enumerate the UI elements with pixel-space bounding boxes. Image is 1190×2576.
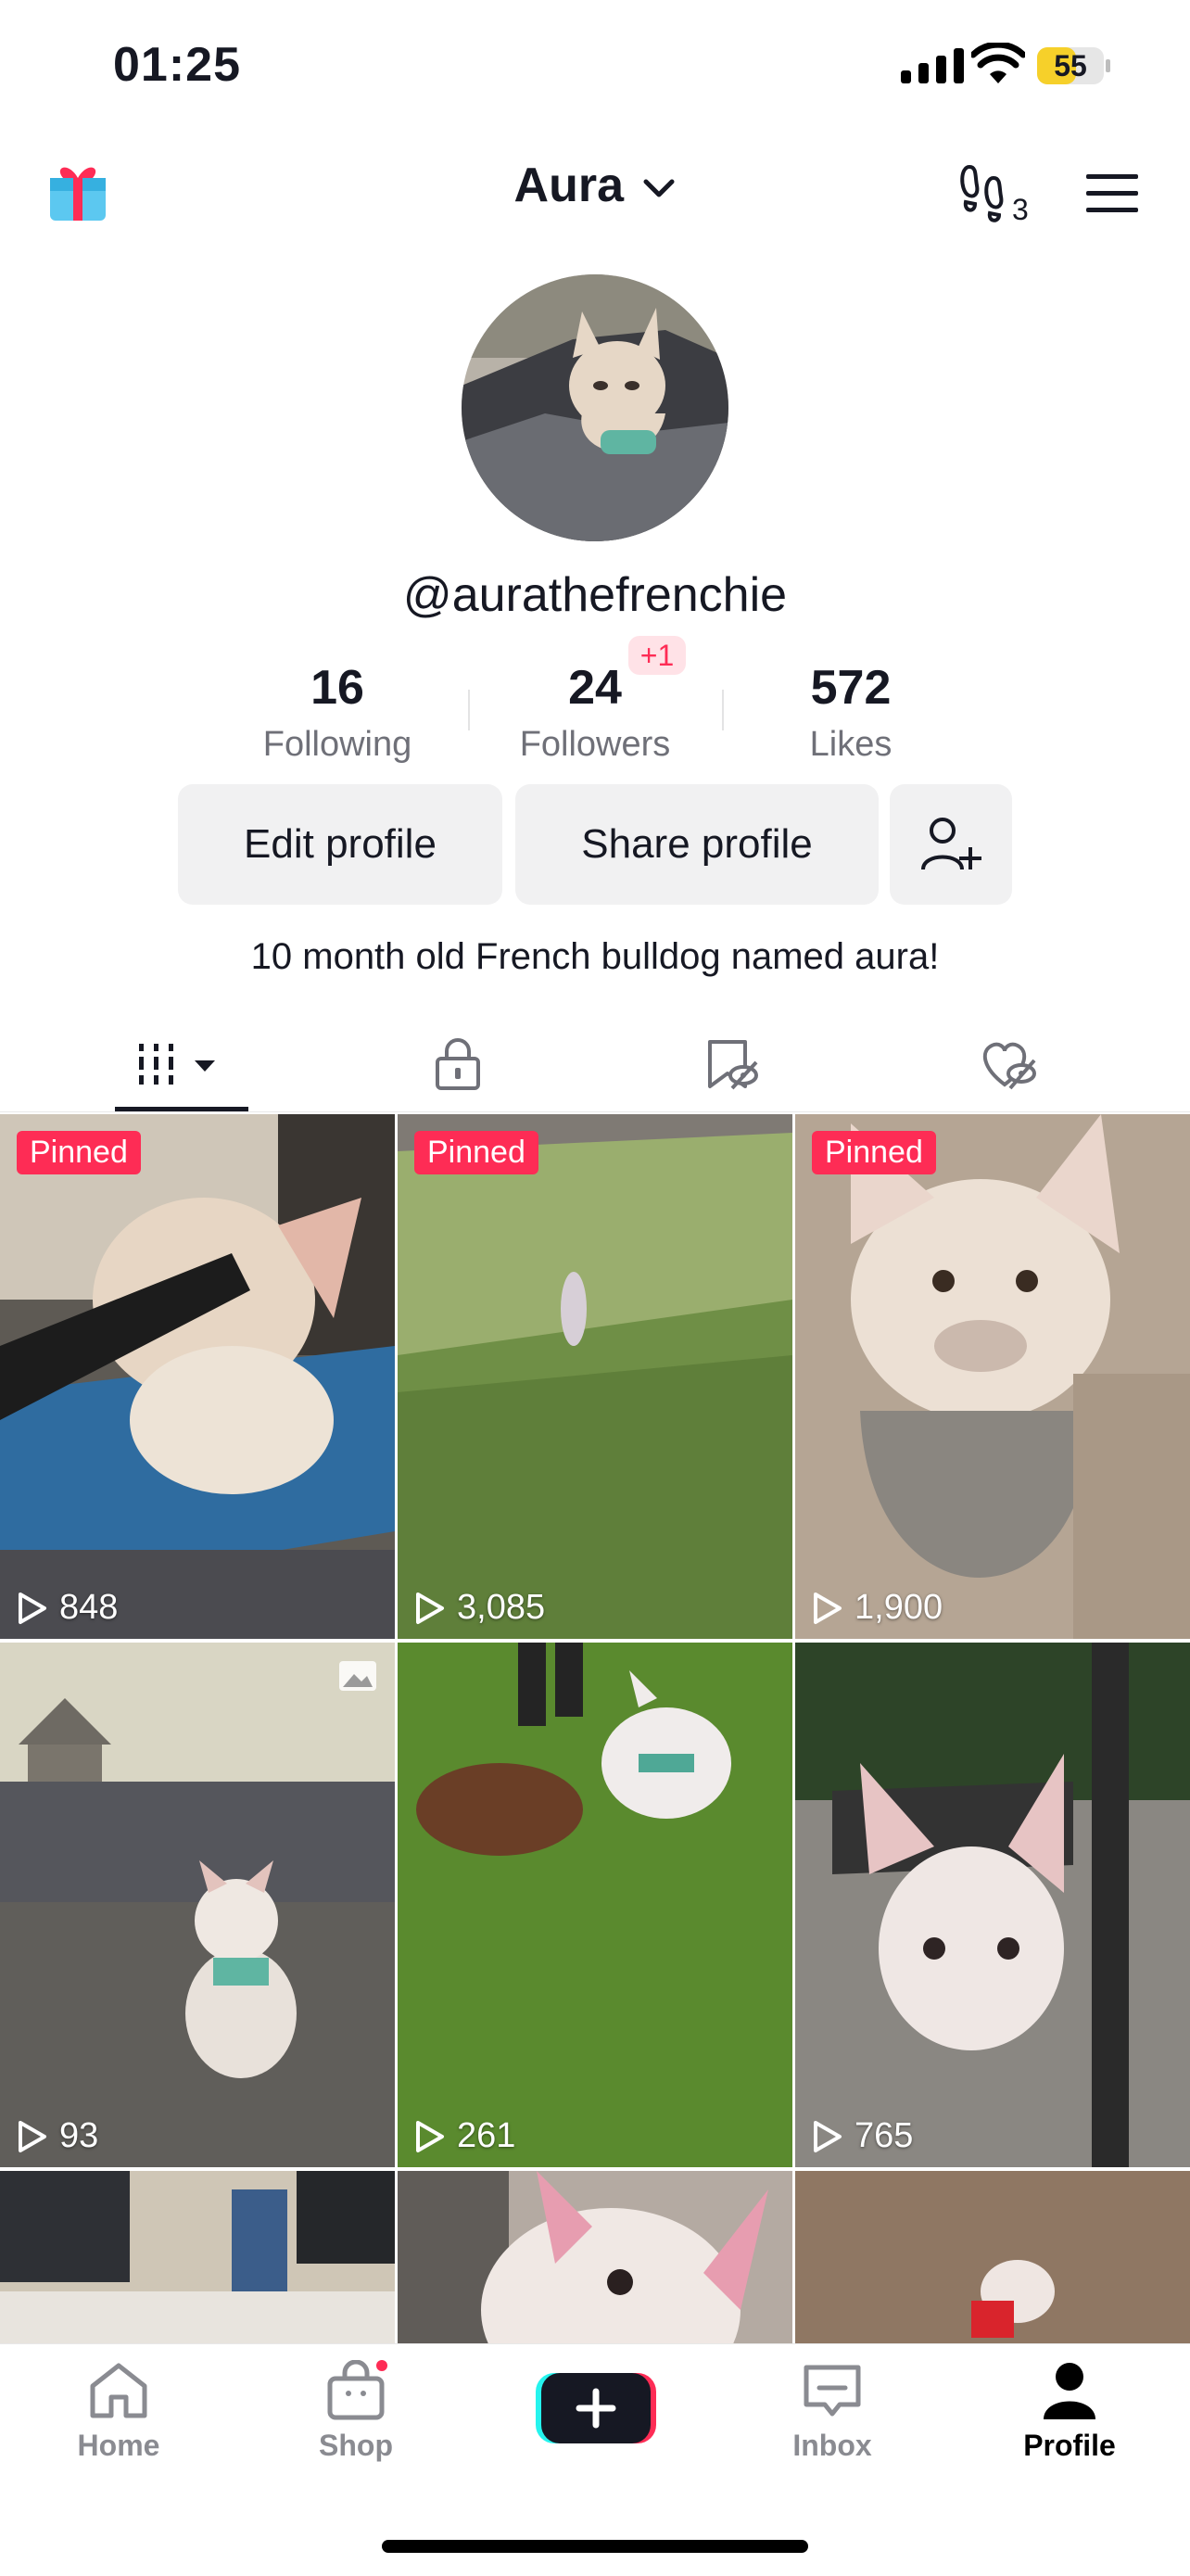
video-tile[interactable]: 765 [795,1643,1190,2167]
nav-home[interactable]: Home [44,2360,193,2463]
view-count-value: 93 [59,2116,99,2155]
play-icon [814,2120,842,2152]
view-count: 261 [412,2116,515,2156]
video-thumbnail [795,1643,1190,2167]
tab-liked[interactable] [943,1018,1073,1110]
nav-shop[interactable]: Shop [282,2360,430,2463]
play-icon [416,2120,444,2152]
view-count: 93 [15,2116,98,2156]
wifi-icon [971,43,1025,83]
view-count: 848 [15,1588,118,1628]
video-thumbnail [795,1114,1190,1639]
nav-inbox[interactable]: Inbox [758,2360,906,2463]
username: @aurathefrenchie [402,568,788,622]
nav-shop-label: Shop [319,2429,393,2462]
share-profile-button[interactable]: Share profile [515,784,879,905]
following-stat[interactable]: 16 Following [217,660,458,765]
following-count: 16 [310,661,364,715]
followers-stat[interactable]: 24 Followers [475,660,715,765]
following-label: Following [262,725,412,764]
view-count-value: 3,085 [457,1588,546,1627]
home-indicator [382,2540,808,2553]
stat-divider [722,690,724,730]
view-count-value: 765 [855,2116,914,2155]
video-tile[interactable]: 93 [0,1643,395,2167]
video-thumbnail [398,1643,792,2167]
likes-stat[interactable]: 572 Likes [730,660,971,765]
likes-label: Likes [809,725,892,764]
nav-home-label: Home [77,2429,160,2462]
videos-grid-icon [139,1044,215,1085]
video-tile[interactable] [795,2171,1190,2343]
add-user-icon [921,818,981,870]
footprint-icon [960,164,1004,222]
battery-icon: 55 [1036,46,1112,85]
view-count-value: 261 [457,2116,516,2155]
hidden-bookmark-icon [708,1040,758,1090]
new-followers-badge: +1 [628,636,686,675]
avatar[interactable] [462,274,728,541]
video-thumbnail [398,2171,792,2343]
create-button[interactable] [536,2369,656,2447]
video-thumbnail [0,2171,395,2343]
video-thumbnail [0,1114,395,1639]
view-count: 1,900 [810,1588,943,1628]
inbox-icon [804,2365,861,2417]
account-name: Aura [513,159,625,212]
video-tile[interactable] [0,2171,395,2343]
pinned-badge: Pinned [414,1131,538,1174]
battery-level: 55 [1054,49,1087,82]
tab-private[interactable] [393,1018,523,1110]
followers-label: Followers [519,725,671,764]
hidden-heart-icon [982,1042,1036,1090]
profile-views-button[interactable]: 3 [958,161,1032,226]
nav-profile[interactable]: Profile [995,2360,1144,2463]
video-tile[interactable] [398,2171,792,2343]
shop-bag-icon [327,2360,387,2420]
stat-divider [468,690,470,730]
pinned-badge: Pinned [17,1131,141,1174]
photo-icon [339,1661,376,1691]
video-thumbnail [0,1643,395,2167]
nav-inbox-label: Inbox [792,2429,872,2462]
video-tile[interactable]: Pinned 3,085 [398,1114,792,1639]
play-icon [19,2120,46,2152]
nav-profile-label: Profile [1023,2429,1116,2462]
tab-reposts[interactable] [667,1018,797,1110]
menu-icon[interactable] [1084,172,1140,213]
video-thumbnail [795,2171,1190,2343]
video-tile[interactable]: Pinned 1,900 [795,1114,1190,1639]
profile-views-count: 3 [1012,193,1029,226]
likes-count: 572 [810,661,892,715]
lock-icon [436,1038,480,1090]
tabs-divider [0,1111,1190,1112]
tab-videos[interactable] [115,1018,248,1110]
signal-icon [901,46,964,83]
view-count-value: 848 [59,1588,119,1627]
view-count: 765 [810,2116,913,2156]
edit-profile-button[interactable]: Edit profile [178,784,502,905]
chevron-down-icon [643,179,675,197]
profile-icon [1044,2363,1095,2419]
video-tile[interactable]: Pinned 848 [0,1114,395,1639]
home-icon [90,2363,147,2418]
status-time: 01:25 [113,38,241,92]
pinned-badge: Pinned [812,1131,936,1174]
video-tile[interactable]: 261 [398,1643,792,2167]
bio: 10 month old French bulldog named aura! [250,936,940,977]
video-thumbnail [398,1114,792,1639]
play-icon [814,1592,842,1624]
play-icon [19,1592,46,1624]
view-count-value: 1,900 [855,1588,943,1627]
add-friends-button[interactable] [890,784,1012,905]
play-icon [416,1592,444,1624]
view-count: 3,085 [412,1588,545,1628]
